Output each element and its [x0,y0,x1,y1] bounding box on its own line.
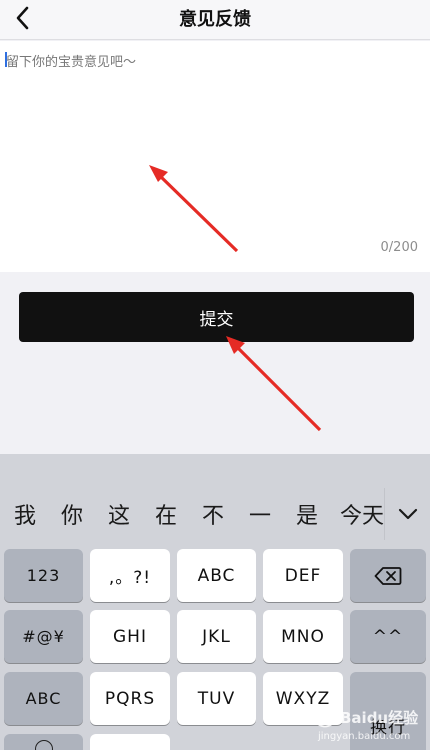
candidate-bar: 我 你 这 在 不 一 是 今天 [0,488,430,540]
chevron-down-icon [398,508,417,520]
key-def[interactable]: DEF [263,549,343,602]
candidate-word[interactable]: 我 [10,498,40,530]
key-ghi[interactable]: GHI [90,610,170,663]
text-caret [5,52,7,67]
candidate-word[interactable]: 在 [151,498,181,530]
keyboard: 我 你 这 在 不 一 是 今天 123 ,。?! ABC DEF #@¥ GH… [0,454,430,750]
backspace-icon [374,566,402,585]
key-123[interactable]: 123 [4,549,83,602]
key-wxyz[interactable]: WXYZ [263,672,343,725]
key-jkl[interactable]: JKL [177,610,256,663]
candidate-word[interactable]: 一 [245,498,275,530]
globe-icon [34,740,53,750]
key-mno[interactable]: MNO [263,610,343,663]
key-abc[interactable]: ABC [177,549,256,602]
nav-bar: 意见反馈 [0,0,430,40]
arrow-to-submit [226,336,322,432]
candidate-word[interactable]: 这 [104,498,134,530]
key-symbols[interactable]: #@¥ [4,610,83,663]
key-tuv[interactable]: TUV [177,672,256,725]
key-abc-switch[interactable]: ABC [4,672,83,725]
char-counter: 0/200 [380,240,418,255]
key-emoticon[interactable]: ^^ [350,610,426,663]
candidate-word[interactable]: 你 [57,498,87,530]
return-key[interactable]: 换行 [350,672,426,750]
page-title: 意见反馈 [179,9,251,30]
key-globe[interactable] [4,734,83,750]
feedback-textarea[interactable] [0,41,430,272]
candidate-word[interactable]: 不 [198,498,228,530]
feedback-container: 0/200 [0,41,430,272]
expand-candidates-button[interactable] [384,488,430,540]
key-bottom-row[interactable] [90,734,170,750]
submit-button[interactable]: 提交 [19,292,414,342]
candidate-word[interactable]: 今天 [340,498,384,530]
candidate-word[interactable]: 是 [292,498,322,530]
key-punctuation[interactable]: ,。?! [90,549,170,602]
key-pqrs[interactable]: PQRS [90,672,170,725]
delete-key[interactable] [350,549,426,602]
